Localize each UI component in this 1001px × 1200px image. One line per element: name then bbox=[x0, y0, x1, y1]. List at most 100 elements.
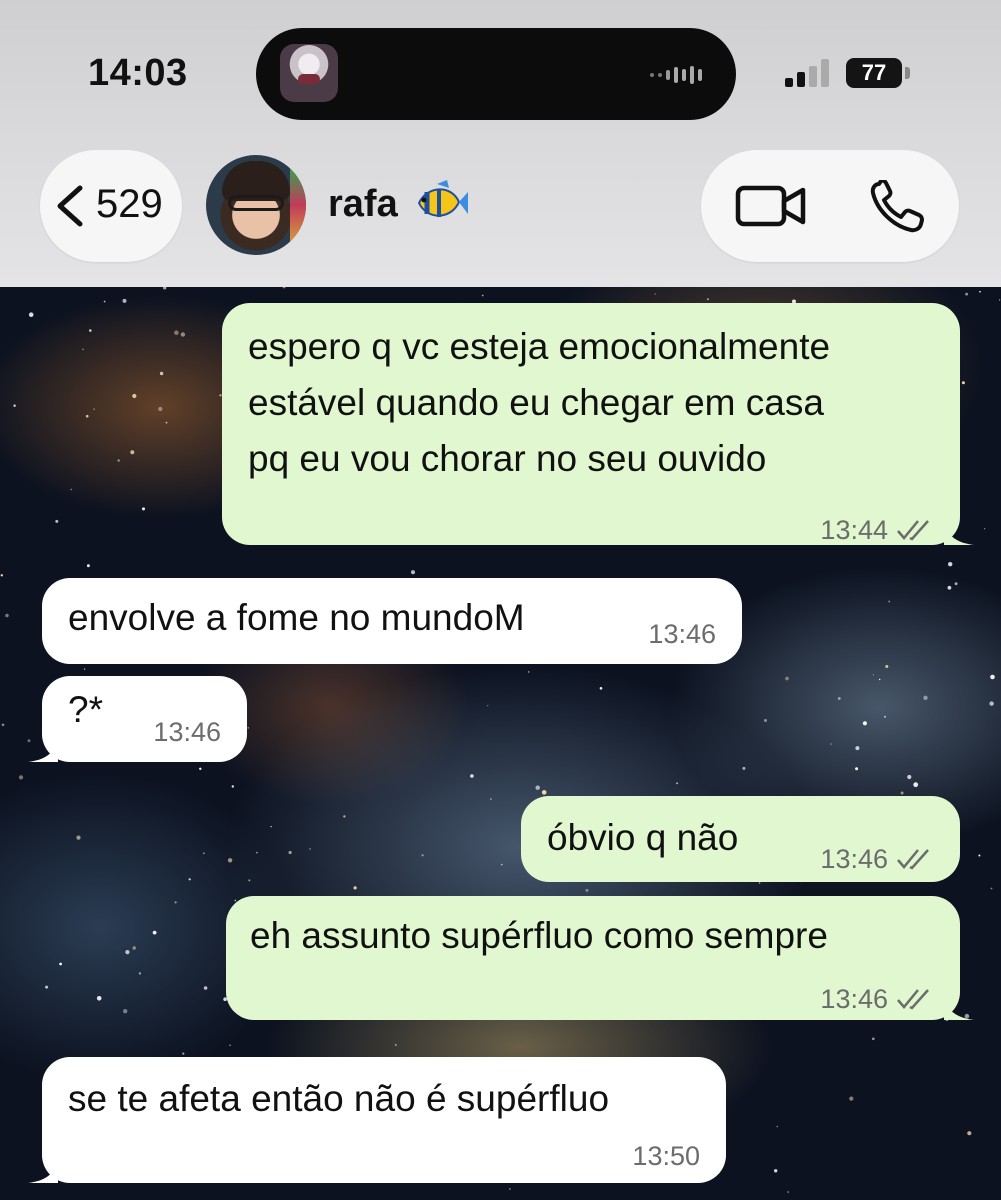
read-receipt-icon bbox=[897, 989, 929, 1010]
star bbox=[132, 946, 136, 950]
bubble-tail bbox=[28, 740, 58, 762]
message-bubble-outgoing[interactable]: eh assunto supérfluo como sempre 13:46 bbox=[226, 896, 974, 1020]
star bbox=[159, 371, 164, 376]
star bbox=[948, 562, 953, 567]
star bbox=[248, 879, 251, 882]
contact-avatar[interactable] bbox=[206, 155, 306, 255]
message-meta: 13:46 bbox=[820, 844, 934, 874]
star bbox=[87, 564, 90, 568]
now-playing-artwork bbox=[280, 44, 338, 102]
star bbox=[163, 287, 167, 290]
star bbox=[188, 878, 191, 881]
message-time: 13:46 bbox=[153, 717, 221, 747]
star bbox=[421, 854, 424, 857]
star bbox=[481, 294, 484, 297]
contact-name[interactable]: rafa bbox=[328, 183, 398, 226]
star bbox=[174, 901, 177, 904]
star bbox=[774, 1169, 778, 1173]
message-text: envolve a fome no mundoM bbox=[68, 597, 525, 638]
unread-count: 529 bbox=[96, 182, 163, 226]
star bbox=[45, 985, 49, 989]
bubble-tail bbox=[944, 523, 974, 545]
star bbox=[89, 329, 92, 332]
star bbox=[983, 528, 986, 530]
star bbox=[676, 782, 679, 785]
star bbox=[500, 863, 503, 866]
dynamic-island[interactable] bbox=[256, 28, 736, 120]
star bbox=[776, 1125, 779, 1128]
star bbox=[654, 293, 656, 295]
star bbox=[256, 851, 258, 854]
star bbox=[742, 766, 746, 770]
star bbox=[227, 858, 233, 863]
star bbox=[585, 888, 589, 892]
star bbox=[394, 1044, 397, 1046]
back-button[interactable]: 529 bbox=[40, 150, 182, 262]
message-text: ?* bbox=[68, 689, 103, 730]
star bbox=[152, 930, 157, 935]
star bbox=[989, 701, 994, 706]
battery-tip bbox=[905, 67, 910, 79]
star bbox=[410, 570, 416, 575]
star bbox=[913, 782, 919, 788]
star bbox=[527, 671, 530, 673]
read-receipt-icon bbox=[897, 520, 929, 541]
phone-call-icon[interactable] bbox=[869, 180, 927, 234]
star bbox=[70, 488, 73, 491]
star bbox=[990, 674, 995, 680]
star bbox=[470, 774, 474, 778]
star bbox=[490, 798, 492, 800]
star bbox=[884, 715, 886, 718]
star bbox=[203, 852, 205, 855]
message-bubble-incoming[interactable]: se te afeta então não é supérfluo 13:50 bbox=[28, 1057, 726, 1183]
video-call-icon[interactable] bbox=[735, 183, 807, 229]
star bbox=[907, 774, 912, 780]
message-text: eh assunto supérfluo como sempre bbox=[250, 915, 828, 956]
message-bubble-outgoing[interactable]: espero q vc esteja emocionalmente estáve… bbox=[222, 303, 974, 545]
star bbox=[837, 697, 841, 700]
star bbox=[123, 1009, 128, 1014]
star bbox=[270, 826, 272, 828]
star bbox=[180, 332, 186, 337]
star bbox=[76, 835, 81, 840]
message-text: se te afeta então não é supérfluo bbox=[68, 1078, 610, 1119]
message-meta: 13:50 bbox=[632, 1141, 700, 1171]
avatar-background bbox=[290, 165, 306, 245]
star bbox=[764, 719, 767, 722]
chat-header: 14:03 77 529 rafa bbox=[0, 0, 1001, 287]
star bbox=[282, 287, 286, 289]
star bbox=[758, 882, 761, 884]
star bbox=[862, 721, 868, 726]
message-bubble-incoming[interactable]: envolve a fome no mundoM 13:46 bbox=[42, 578, 742, 664]
star bbox=[138, 972, 142, 975]
star bbox=[872, 1037, 875, 1041]
star bbox=[487, 705, 489, 707]
star bbox=[142, 507, 145, 511]
star bbox=[125, 950, 130, 955]
star bbox=[203, 986, 208, 990]
tropical-fish-icon bbox=[417, 180, 468, 217]
message-bubble-incoming[interactable]: ?* 13:46 bbox=[28, 676, 247, 762]
message-time: 13:46 bbox=[820, 844, 888, 874]
message-meta: 13:46 bbox=[820, 984, 934, 1014]
star bbox=[599, 687, 603, 690]
audio-waveform-icon bbox=[650, 66, 702, 84]
call-actions bbox=[701, 150, 959, 262]
star bbox=[59, 962, 62, 966]
star bbox=[182, 1052, 185, 1055]
star bbox=[0, 574, 3, 577]
message-bubble-outgoing[interactable]: óbvio q não 13:46 bbox=[521, 796, 960, 882]
star bbox=[979, 290, 981, 293]
status-time: 14:03 bbox=[88, 52, 188, 94]
message-meta: 13:46 bbox=[648, 619, 716, 649]
star bbox=[5, 613, 9, 618]
star bbox=[18, 775, 24, 780]
star bbox=[541, 790, 547, 795]
star bbox=[849, 1096, 854, 1101]
star bbox=[117, 459, 120, 462]
battery-indicator: 77 bbox=[846, 58, 902, 88]
star bbox=[787, 1191, 789, 1193]
star bbox=[509, 1188, 511, 1190]
star bbox=[288, 850, 292, 855]
bubble-tail bbox=[944, 998, 974, 1020]
